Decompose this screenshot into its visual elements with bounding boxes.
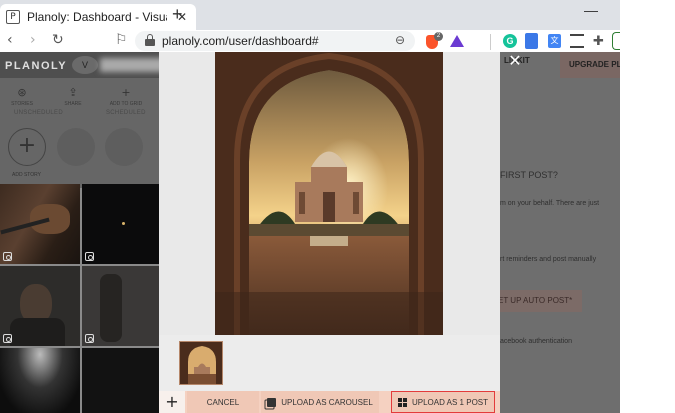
tomb-photo	[215, 52, 443, 335]
add-to-grid-label: ADD TO GRID	[109, 101, 143, 107]
add-story-button[interactable]: +	[8, 128, 46, 166]
grid-post-guitarist[interactable]	[82, 266, 160, 346]
zoom-icon[interactable]: ⊖	[395, 33, 405, 47]
first-post-heading: FIRST POST?	[500, 170, 558, 180]
upload-as-carousel-label: UPLOAD AS CAROUSEL	[281, 397, 373, 407]
share-label: SHARE	[64, 101, 82, 107]
window-minimize-icon[interactable]: —	[584, 2, 598, 18]
planoly-favicon-icon: P	[6, 10, 20, 24]
story-placeholder	[57, 128, 95, 166]
lock-icon[interactable]	[145, 34, 155, 46]
brave-badge: 2	[434, 32, 443, 41]
address-bar[interactable]: planoly.com/user/dashboard# ⊖	[135, 31, 415, 51]
browser-toolbar: ‹ › ↻ ⚐ planoly.com/user/dashboard# ⊖ 2 …	[0, 30, 620, 52]
stories-button[interactable]: ⊛ STORIES	[4, 86, 40, 107]
brave-rewards-icon[interactable]	[450, 35, 464, 47]
grid-post-dark[interactable]	[82, 348, 160, 413]
thumbnail-image	[180, 342, 222, 384]
extension-icon[interactable]	[525, 33, 538, 49]
share-button[interactable]: ⇪ SHARE	[55, 86, 91, 107]
grid-post-night[interactable]	[82, 184, 160, 264]
carousel-icon	[267, 397, 277, 407]
upload-as-single-post-label: UPLOAD AS 1 POST	[411, 397, 489, 407]
instagram-icon	[3, 334, 12, 343]
close-icon[interactable]: ✕	[508, 53, 522, 69]
grid-post-portrait[interactable]	[0, 266, 80, 346]
grid-post-guitar[interactable]	[0, 184, 80, 264]
scheduled-label: SCHEDULED	[106, 110, 146, 116]
avatar[interactable]: V	[72, 56, 98, 74]
grid-icon	[397, 397, 407, 407]
tab-title: Planoly: Dashboard - Visual plann	[27, 10, 167, 24]
unscheduled-label: UNSCHEDULED	[14, 110, 63, 116]
add-icon: +	[121, 86, 131, 99]
puzzle-icon[interactable]: ✚	[593, 33, 604, 49]
instagram-icon	[85, 252, 94, 261]
thumbnail-strip	[159, 335, 500, 391]
upload-modal: + CANCEL UPLOAD AS CAROUSEL UPLOAD AS 1 …	[159, 52, 500, 413]
browser-tab[interactable]: P Planoly: Dashboard - Visual plann ✕	[0, 4, 196, 30]
info-text-1: m on your behalf. There are just	[500, 200, 600, 207]
setup-auto-post-button[interactable]: ET UP AUTO POST*	[498, 290, 582, 312]
forward-icon[interactable]: ›	[30, 32, 36, 48]
stories-label: STORIES	[11, 101, 33, 107]
new-tab-button[interactable]: +	[170, 4, 192, 26]
cancel-button[interactable]: CANCEL	[187, 391, 259, 413]
instagram-icon	[3, 252, 12, 261]
desktop-background	[620, 0, 675, 413]
selected-thumbnail[interactable]	[179, 341, 223, 385]
grid-post-stage[interactable]	[0, 348, 80, 413]
translate-icon[interactable]: 文	[548, 34, 561, 48]
stories-icon: ⊛	[17, 86, 27, 99]
image-preview	[215, 52, 443, 335]
bookmark-icon[interactable]: ⚐	[115, 32, 128, 48]
info-text-3: acebook authentication	[500, 338, 572, 345]
planoly-logo[interactable]: PLANOLY	[5, 60, 67, 72]
right-panel	[500, 52, 620, 413]
url-text[interactable]: planoly.com/user/dashboard#	[162, 34, 319, 48]
upgrade-button[interactable]: UPGRADE PL	[560, 52, 620, 78]
share-icon: ⇪	[68, 86, 78, 99]
add-story-label: ADD STORY	[12, 172, 41, 178]
toolbar-divider	[490, 34, 491, 50]
story-placeholder	[105, 128, 143, 166]
upload-action-bar: + CANCEL UPLOAD AS CAROUSEL UPLOAD AS 1 …	[159, 391, 500, 413]
info-text-2: rt reminders and post manually	[500, 256, 597, 263]
upload-as-carousel-button[interactable]: UPLOAD AS CAROUSEL	[261, 391, 379, 413]
add-media-button[interactable]: +	[159, 391, 185, 413]
add-to-grid-button[interactable]: + ADD TO GRID	[108, 86, 144, 107]
extension-icon[interactable]	[570, 34, 584, 48]
reload-icon[interactable]: ↻	[52, 32, 64, 48]
profile-icon[interactable]	[612, 32, 620, 50]
browser-tab-strip: P Planoly: Dashboard - Visual plann ✕ + …	[0, 0, 620, 30]
planoly-actions-panel: ⊛ STORIES ⇪ SHARE + ADD TO GRID UNSCHEDU…	[0, 78, 160, 188]
upload-as-single-post-button[interactable]: UPLOAD AS 1 POST	[391, 391, 495, 413]
grammarly-icon[interactable]: G	[503, 34, 517, 48]
screen: P Planoly: Dashboard - Visual plann ✕ + …	[0, 0, 675, 413]
plus-icon: +	[172, 4, 183, 24]
back-icon[interactable]: ‹	[7, 32, 13, 48]
instagram-icon	[85, 334, 94, 343]
